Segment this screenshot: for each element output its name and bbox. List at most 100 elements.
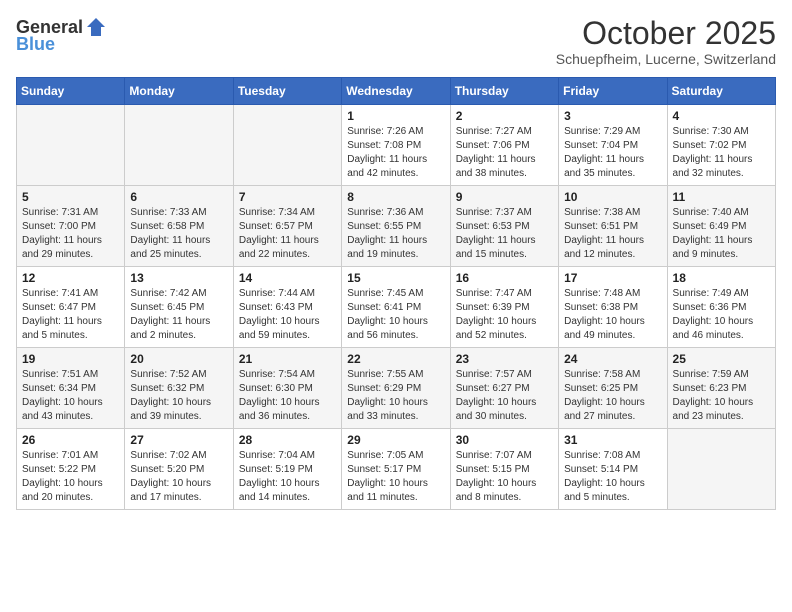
sunrise-time: 7:26 AM <box>387 126 424 137</box>
sunset-label: Sunset: <box>564 140 601 151</box>
col-monday: Monday <box>125 78 233 105</box>
sunrise-label: Sunrise: <box>22 450 61 461</box>
daylight-label: Daylight: 10 hours and 46 minutes. <box>673 316 754 341</box>
daylight-label: Daylight: 11 hours and 25 minutes. <box>130 235 210 260</box>
calendar-week-row: 26 Sunrise: 7:01 AM Sunset: 5:22 PM Dayl… <box>17 429 776 510</box>
daylight-label: Daylight: 11 hours and 2 minutes. <box>130 316 210 341</box>
sunset-label: Sunset: <box>239 464 276 475</box>
calendar-cell: 21 Sunrise: 7:54 AM Sunset: 6:30 PM Dayl… <box>233 348 341 429</box>
sunset-label: Sunset: <box>239 302 276 313</box>
sunset-label: Sunset: <box>564 383 601 394</box>
sunset-time: 6:36 PM <box>709 302 746 313</box>
sunrise-label: Sunrise: <box>456 126 495 137</box>
sunrise-label: Sunrise: <box>239 207 278 218</box>
sunset-time: 7:06 PM <box>492 140 529 151</box>
calendar-cell <box>125 105 233 186</box>
sunset-time: 6:58 PM <box>167 221 204 232</box>
day-number: 30 <box>456 433 553 447</box>
day-number: 28 <box>239 433 336 447</box>
daylight-label: Daylight: 10 hours and 17 minutes. <box>130 478 211 503</box>
sunset-time: 6:53 PM <box>492 221 529 232</box>
calendar-week-row: 1 Sunrise: 7:26 AM Sunset: 7:08 PM Dayli… <box>17 105 776 186</box>
sunrise-label: Sunrise: <box>673 288 712 299</box>
sunset-label: Sunset: <box>130 464 167 475</box>
calendar-cell: 17 Sunrise: 7:48 AM Sunset: 6:38 PM Dayl… <box>559 267 667 348</box>
sunset-time: 5:22 PM <box>59 464 96 475</box>
daylight-label: Daylight: 10 hours and 8 minutes. <box>456 478 537 503</box>
calendar-cell <box>17 105 125 186</box>
sunset-label: Sunset: <box>22 221 59 232</box>
calendar-week-row: 12 Sunrise: 7:41 AM Sunset: 6:47 PM Dayl… <box>17 267 776 348</box>
calendar-cell: 16 Sunrise: 7:47 AM Sunset: 6:39 PM Dayl… <box>450 267 558 348</box>
calendar-cell: 18 Sunrise: 7:49 AM Sunset: 6:36 PM Dayl… <box>667 267 775 348</box>
day-number: 6 <box>130 190 227 204</box>
sunset-time: 7:00 PM <box>59 221 96 232</box>
day-info: Sunrise: 7:51 AM Sunset: 6:34 PM Dayligh… <box>22 368 119 424</box>
sunrise-time: 7:48 AM <box>604 288 641 299</box>
day-info: Sunrise: 7:30 AM Sunset: 7:02 PM Dayligh… <box>673 125 770 181</box>
daylight-label: Daylight: 10 hours and 27 minutes. <box>564 397 645 422</box>
sunset-time: 6:45 PM <box>167 302 204 313</box>
day-info: Sunrise: 7:07 AM Sunset: 5:15 PM Dayligh… <box>456 449 553 505</box>
sunrise-label: Sunrise: <box>347 369 386 380</box>
sunset-time: 6:27 PM <box>492 383 529 394</box>
sunset-label: Sunset: <box>564 302 601 313</box>
sunrise-time: 7:45 AM <box>387 288 424 299</box>
calendar-cell: 4 Sunrise: 7:30 AM Sunset: 7:02 PM Dayli… <box>667 105 775 186</box>
day-info: Sunrise: 7:48 AM Sunset: 6:38 PM Dayligh… <box>564 287 661 343</box>
calendar-cell: 1 Sunrise: 7:26 AM Sunset: 7:08 PM Dayli… <box>342 105 450 186</box>
daylight-label: Daylight: 10 hours and 5 minutes. <box>564 478 645 503</box>
col-saturday: Saturday <box>667 78 775 105</box>
sunrise-time: 7:30 AM <box>712 126 749 137</box>
sunrise-time: 7:52 AM <box>170 369 207 380</box>
day-number: 16 <box>456 271 553 285</box>
day-number: 19 <box>22 352 119 366</box>
sunset-label: Sunset: <box>22 464 59 475</box>
day-number: 31 <box>564 433 661 447</box>
calendar-cell: 7 Sunrise: 7:34 AM Sunset: 6:57 PM Dayli… <box>233 186 341 267</box>
daylight-label: Daylight: 10 hours and 39 minutes. <box>130 397 211 422</box>
calendar-cell: 12 Sunrise: 7:41 AM Sunset: 6:47 PM Dayl… <box>17 267 125 348</box>
sunset-label: Sunset: <box>239 383 276 394</box>
sunrise-label: Sunrise: <box>347 207 386 218</box>
sunrise-label: Sunrise: <box>456 207 495 218</box>
daylight-label: Daylight: 11 hours and 29 minutes. <box>22 235 102 260</box>
sunrise-time: 7:47 AM <box>495 288 532 299</box>
daylight-label: Daylight: 11 hours and 35 minutes. <box>564 154 644 179</box>
sunset-label: Sunset: <box>456 383 493 394</box>
sunset-time: 6:38 PM <box>601 302 638 313</box>
sunset-time: 7:02 PM <box>709 140 746 151</box>
day-number: 1 <box>347 109 444 123</box>
sunrise-time: 7:04 AM <box>278 450 315 461</box>
day-number: 8 <box>347 190 444 204</box>
day-number: 25 <box>673 352 770 366</box>
sunrise-label: Sunrise: <box>673 207 712 218</box>
daylight-label: Daylight: 11 hours and 19 minutes. <box>347 235 427 260</box>
calendar-cell: 29 Sunrise: 7:05 AM Sunset: 5:17 PM Dayl… <box>342 429 450 510</box>
sunrise-time: 7:54 AM <box>278 369 315 380</box>
day-number: 11 <box>673 190 770 204</box>
sunset-label: Sunset: <box>130 383 167 394</box>
day-info: Sunrise: 7:54 AM Sunset: 6:30 PM Dayligh… <box>239 368 336 424</box>
calendar-cell: 25 Sunrise: 7:59 AM Sunset: 6:23 PM Dayl… <box>667 348 775 429</box>
day-info: Sunrise: 7:27 AM Sunset: 7:06 PM Dayligh… <box>456 125 553 181</box>
day-info: Sunrise: 7:42 AM Sunset: 6:45 PM Dayligh… <box>130 287 227 343</box>
sunset-label: Sunset: <box>22 383 59 394</box>
sunset-label: Sunset: <box>456 140 493 151</box>
sunset-label: Sunset: <box>673 383 710 394</box>
daylight-label: Daylight: 10 hours and 30 minutes. <box>456 397 537 422</box>
sunset-label: Sunset: <box>673 140 710 151</box>
daylight-label: Daylight: 10 hours and 59 minutes. <box>239 316 320 341</box>
sunset-label: Sunset: <box>347 140 384 151</box>
sunset-time: 6:41 PM <box>384 302 421 313</box>
sunrise-label: Sunrise: <box>564 369 603 380</box>
sunrise-label: Sunrise: <box>22 369 61 380</box>
sunset-time: 6:43 PM <box>276 302 313 313</box>
logo-blue-text: Blue <box>16 34 55 55</box>
sunrise-label: Sunrise: <box>673 126 712 137</box>
sunrise-label: Sunrise: <box>347 288 386 299</box>
day-number: 26 <box>22 433 119 447</box>
daylight-label: Daylight: 10 hours and 20 minutes. <box>22 478 103 503</box>
sunset-label: Sunset: <box>564 464 601 475</box>
sunset-label: Sunset: <box>347 383 384 394</box>
